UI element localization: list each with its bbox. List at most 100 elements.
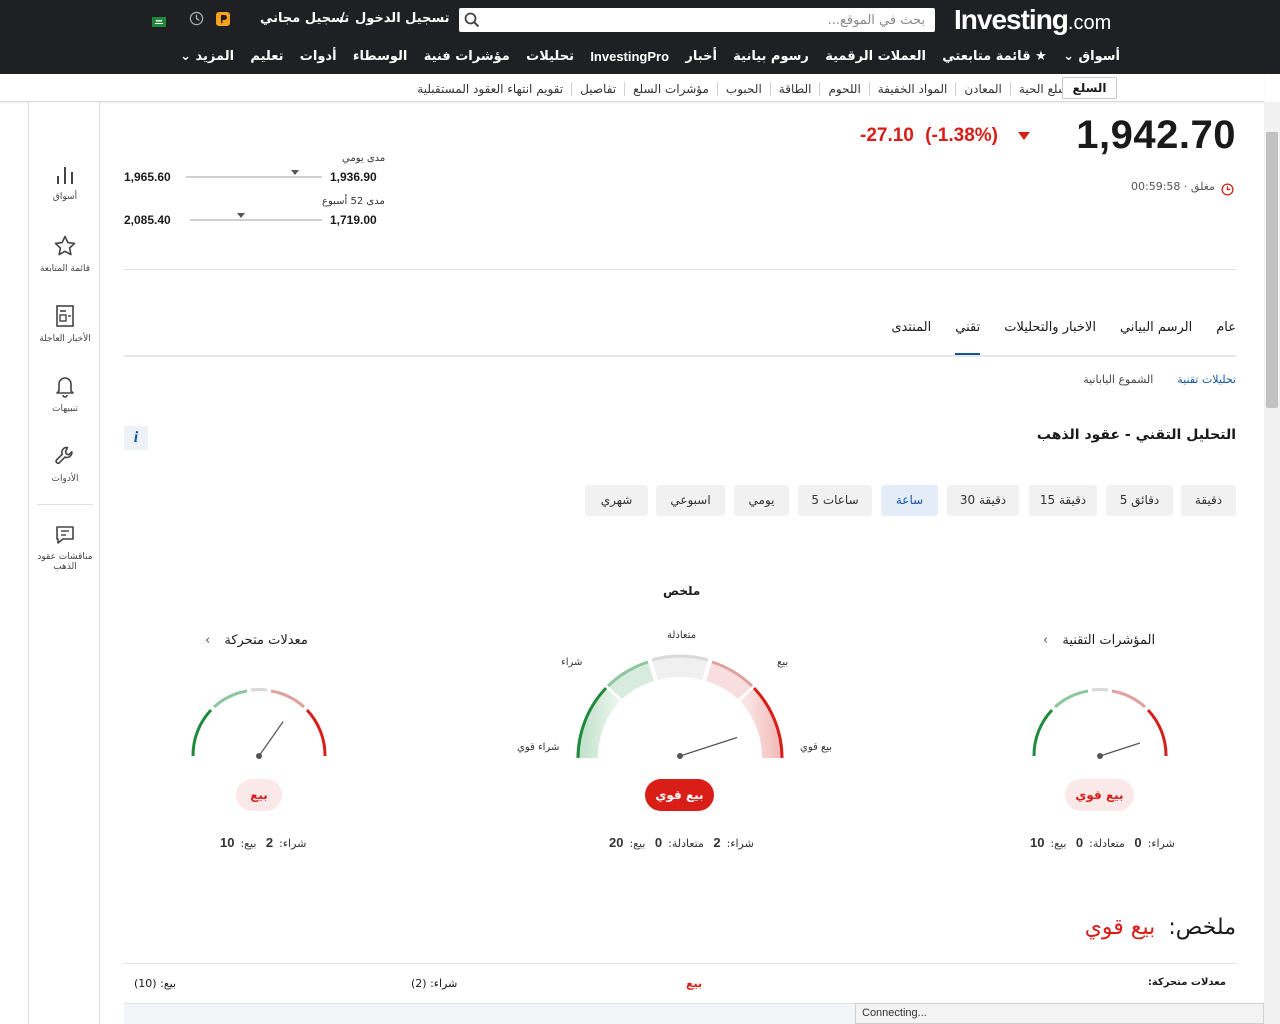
- nav-more[interactable]: المزيد ⌄: [180, 49, 234, 64]
- chevron-right-icon: ›: [205, 633, 211, 648]
- indicators-verdict-badge: بيع قوي: [1065, 779, 1134, 811]
- nav-analysis[interactable]: تحليلات: [526, 49, 574, 64]
- timeframe-daily[interactable]: يومي: [734, 485, 789, 516]
- wrench-icon: [55, 446, 73, 464]
- day-high: 1,965.60: [124, 170, 171, 184]
- row-verdict: بيع: [686, 977, 703, 990]
- moving-averages-gauge-title[interactable]: معدلات متحركة ›: [205, 633, 308, 648]
- search-input[interactable]: [505, 10, 925, 30]
- buy-count: 2: [713, 835, 721, 850]
- indicators-title-text: المؤشرات التقنية: [1062, 633, 1156, 648]
- sidebar-item-label: تنبيهات: [51, 404, 78, 414]
- subnav-expiry-calendar[interactable]: تقويم انتهاء العقود المستقبلية: [409, 82, 571, 96]
- nav-markets[interactable]: أسواق ⌄: [1063, 49, 1120, 64]
- bar-chart-icon: [57, 167, 73, 184]
- subnav-commodities[interactable]: السلع: [1062, 77, 1117, 99]
- technical-analysis-title: التحليل التقني - عقود الذهب: [1036, 427, 1236, 443]
- day-range-label: مدى يومي: [342, 153, 386, 164]
- tabs-divider: [124, 355, 1236, 357]
- nav-watchlist[interactable]: ★ قائمة متابعتي: [942, 49, 1047, 64]
- register-link[interactable]: تسجيل مجاني: [260, 11, 349, 26]
- saudi-flag-icon[interactable]: [152, 12, 166, 31]
- tab-chart[interactable]: الرسم البياني: [1120, 320, 1192, 356]
- clock-icon[interactable]: [189, 11, 204, 30]
- sidebar-item-tools[interactable]: الأدوات: [29, 444, 101, 484]
- change-value: -27.10: [860, 125, 914, 146]
- subnav-metals[interactable]: المعادن: [955, 82, 1010, 96]
- row-buy-count: شراء: (2): [411, 977, 458, 990]
- timeframe-5hours[interactable]: 5 ساعات: [798, 485, 872, 516]
- change-percent: (-1.38%): [925, 125, 999, 146]
- chevron-right-icon: ›: [1043, 633, 1049, 648]
- tab-news-analysis[interactable]: الاخبار والتحليلات: [1004, 320, 1096, 356]
- market-status: مغلق · 00:59:58: [1131, 180, 1215, 193]
- sidebar-item-markets[interactable]: أسواق: [29, 164, 101, 202]
- timeframe-1min[interactable]: دقيقة: [1181, 485, 1236, 516]
- search-box[interactable]: [459, 8, 935, 32]
- subtab-technical-analysis[interactable]: تحليلات تقنية: [1177, 373, 1236, 386]
- comment-icon: [56, 526, 74, 544]
- timeframe-monthly[interactable]: شهري: [585, 485, 648, 516]
- neutral-label: متعادلة:: [1089, 837, 1125, 850]
- sidebar-item-label: الأدوات: [51, 474, 79, 484]
- subnav-meats[interactable]: اللحوم: [819, 82, 868, 96]
- sidebar-item-breaking-news[interactable]: الأخبار العاجلة: [29, 304, 101, 344]
- nav-technical[interactable]: مؤشرات فنية: [424, 49, 510, 64]
- subnav-energy[interactable]: الطاقة: [769, 82, 820, 96]
- nav-charts[interactable]: رسوم بيانية: [733, 49, 809, 64]
- status-time: 00:59:58: [1131, 180, 1181, 193]
- nav-tools[interactable]: أدوات: [300, 49, 337, 64]
- subnav-items: اسعار السلع الحية المعادن المواد الخفيفة…: [409, 78, 1116, 100]
- moving-averages-verdict-badge: بيع: [236, 779, 282, 811]
- subnav-grains[interactable]: الحبوب: [716, 82, 770, 96]
- nav-brokers[interactable]: الوسطاء: [353, 49, 407, 64]
- timeframe-hourly[interactable]: ساعة: [881, 485, 938, 516]
- timeframe-15min[interactable]: 15 دقيقة: [1029, 485, 1097, 516]
- last-price: 1,942.70: [1076, 113, 1236, 157]
- tab-technical[interactable]: تقني: [955, 320, 981, 356]
- left-sidebar: أسواق قائمة المتابعة الأخبار العاجلة تنب…: [28, 102, 100, 1024]
- down-arrow-icon: [1018, 132, 1030, 140]
- timeframe-weekly[interactable]: اسبوعي: [656, 485, 725, 516]
- search-icon[interactable]: [464, 12, 480, 28]
- timeframe-5min[interactable]: 5 دقائق: [1106, 485, 1173, 516]
- sell-count: 20: [609, 835, 624, 850]
- timeframe-30min[interactable]: 30 دقيقة: [947, 485, 1019, 516]
- tab-overview[interactable]: عام: [1216, 320, 1236, 356]
- indicators-gauge-title[interactable]: المؤشرات التقنية ›: [1043, 633, 1155, 648]
- sidebar-item-alerts[interactable]: تنبيهات: [29, 374, 101, 414]
- sidebar-item-watchlist[interactable]: قائمة المتابعة: [29, 234, 101, 274]
- summary-gauge: [576, 654, 784, 759]
- instrument-tabs: عام الرسم البياني الاخبار والتحليلات تقن…: [867, 320, 1236, 356]
- status-text: مغلق: [1190, 180, 1215, 193]
- investing-logo[interactable]: Investing.com: [954, 4, 1111, 36]
- week52-range-marker: [237, 213, 246, 218]
- investingpro-icon[interactable]: [215, 11, 231, 27]
- buy-count: 0: [1134, 835, 1142, 850]
- info-button[interactable]: i: [124, 426, 148, 450]
- neutral-label: متعادلة:: [668, 837, 704, 850]
- buy-label: شراء:: [279, 837, 307, 850]
- news-icon: [56, 305, 74, 327]
- week52-range-bar: [190, 219, 322, 221]
- summary-gauge-title: ملخص: [663, 584, 701, 598]
- star-icon: [54, 235, 76, 256]
- subnav-details[interactable]: تفاصيل: [571, 82, 624, 96]
- price-change: -27.10 (-1.38%): [860, 125, 998, 147]
- day-low: 1,936.90: [330, 170, 377, 184]
- nav-crypto[interactable]: العملات الرقمية: [825, 49, 926, 64]
- moving-averages-title-text: معدلات متحركة: [224, 633, 308, 648]
- subnav-softs[interactable]: المواد الخفيفة: [868, 82, 956, 96]
- nav-news[interactable]: أخبار: [685, 49, 717, 64]
- sidebar-item-gold-discussions[interactable]: مناقشات عقود الذهب: [29, 524, 101, 572]
- day-range-marker: [290, 170, 299, 175]
- nav-investingpro[interactable]: InvestingPro: [590, 49, 669, 64]
- technical-subtabs: تحليلات تقنية الشموع اليابانية: [1059, 373, 1236, 386]
- subnav-indices[interactable]: مؤشرات السلع: [624, 82, 717, 96]
- tab-forum[interactable]: المنتدى: [891, 320, 931, 356]
- login-link[interactable]: تسجيل الدخول: [355, 11, 450, 26]
- scrollbar-thumb[interactable]: [1266, 132, 1278, 408]
- nav-education[interactable]: تعليم: [250, 49, 283, 64]
- row-name: معدلات متحركة:: [1147, 977, 1226, 988]
- subtab-candlestick[interactable]: الشموع اليابانية: [1083, 373, 1153, 386]
